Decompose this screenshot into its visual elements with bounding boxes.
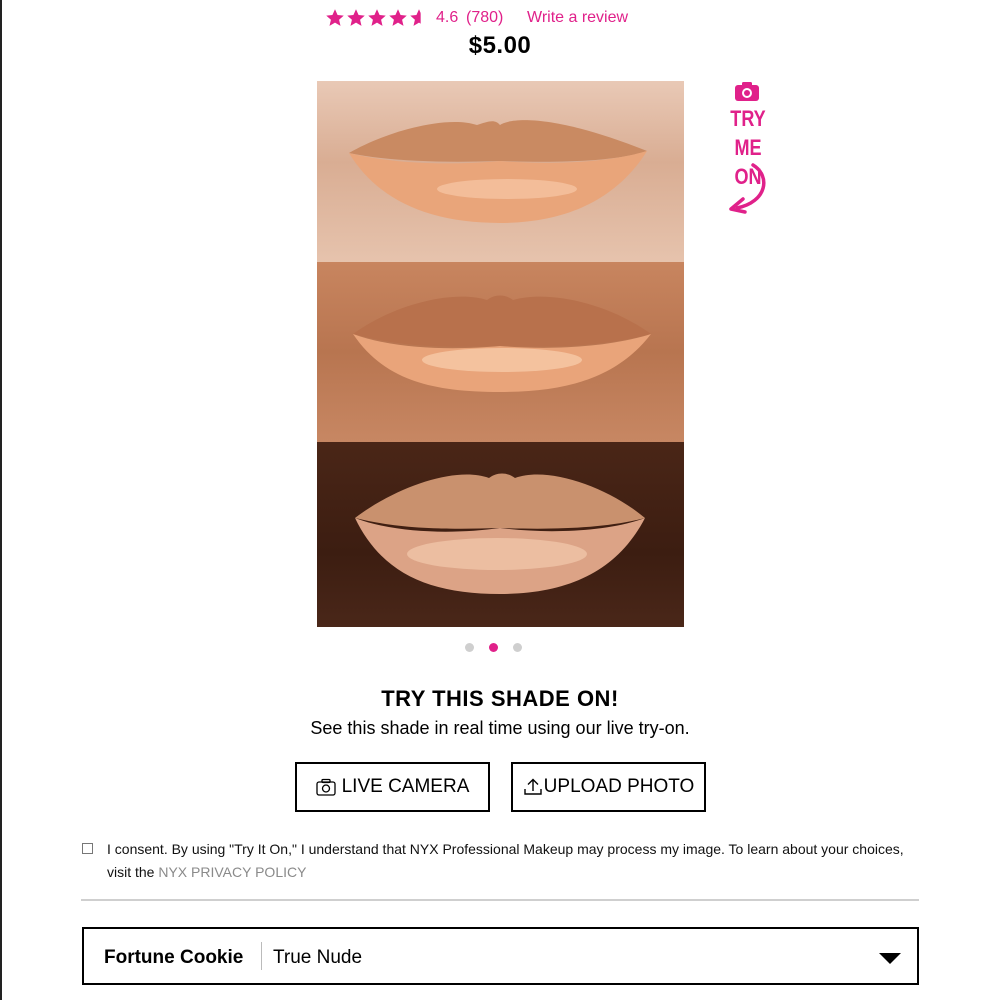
camera-icon: [315, 778, 336, 796]
divider: [81, 899, 919, 901]
star-icon: [326, 9, 344, 26]
half-star-icon: [410, 9, 428, 26]
try-me-on-badge[interactable]: TRY ME ON: [715, 80, 781, 220]
star-icon: [389, 9, 407, 26]
upload-photo-button[interactable]: UPLOAD PHOTO: [511, 762, 706, 812]
carousel-dot-3[interactable]: [513, 643, 522, 652]
review-count[interactable]: (780): [466, 9, 503, 27]
live-camera-label: LIVE CAMERA: [341, 776, 470, 797]
star-icon: [347, 9, 365, 26]
star-rating[interactable]: [325, 8, 429, 30]
rating-row: 4.6 (780) Write a review: [0, 6, 1000, 30]
curved-arrow-icon: [729, 163, 766, 214]
try-me-on-line1: TRY: [730, 106, 766, 131]
carousel-dot-1[interactable]: [465, 643, 474, 652]
rating-value: 4.6: [436, 9, 459, 26]
shade-select-dropdown[interactable]: Fortune Cookie True Nude: [82, 927, 919, 985]
camera-icon: [735, 82, 759, 101]
shade-separator: [261, 942, 262, 970]
lip-swatch-medium: [317, 262, 684, 442]
shade-name: Fortune Cookie: [104, 947, 244, 968]
lip-swatch-deep: [317, 442, 684, 627]
lips-illustration: [353, 295, 651, 392]
live-camera-button[interactable]: LIVE CAMERA: [295, 762, 490, 812]
lips-illustration: [355, 473, 645, 594]
lip-swatch-light: [317, 81, 684, 262]
carousel-dot-2-active[interactable]: [489, 643, 498, 652]
upload-icon: [523, 778, 542, 795]
consent-text: I consent. By using "Try It On," I under…: [107, 838, 907, 884]
chevron-down-icon: [879, 953, 901, 964]
try-shade-title: TRY THIS SHADE ON!: [381, 686, 619, 711]
page-left-border: [0, 0, 2, 1000]
try-shade-subtitle: See this shade in real time using our li…: [310, 718, 690, 738]
consent-checkbox[interactable]: [82, 843, 93, 854]
star-icon: [368, 9, 386, 26]
carousel-dots: [465, 643, 525, 653]
product-price: $5.00: [468, 32, 532, 59]
lips-illustration: [349, 120, 647, 223]
upload-photo-label: UPLOAD PHOTO: [543, 776, 695, 797]
product-image[interactable]: [317, 81, 684, 627]
shade-description: True Nude: [273, 947, 363, 968]
privacy-policy-link[interactable]: NYX PRIVACY POLICY: [158, 864, 306, 880]
write-review-link[interactable]: Write a review: [527, 9, 628, 27]
